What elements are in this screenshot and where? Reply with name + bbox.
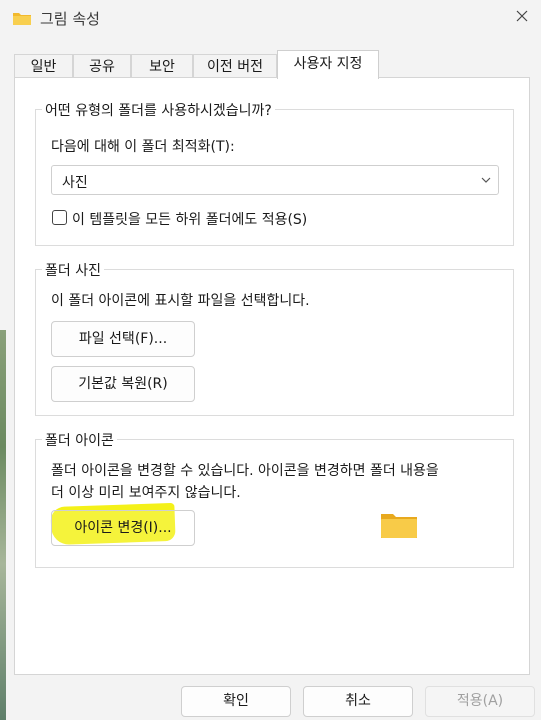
close-icon bbox=[515, 9, 529, 27]
optimize-label: 다음에 대해 이 폴더 최적화(T): bbox=[51, 139, 235, 155]
folder-icon-description-line1: 폴더 아이콘을 변경할 수 있습니다. 아이콘을 변경하면 폴더 내용을 bbox=[51, 463, 439, 479]
choose-file-button[interactable]: 파일 선택(F)... bbox=[51, 321, 195, 357]
customize-panel: 어떤 유형의 폴더를 사용하시겠습니까? 다음에 대해 이 폴더 최적화(T):… bbox=[14, 77, 530, 675]
restore-default-button[interactable]: 기본값 복원(R) bbox=[51, 366, 195, 402]
folder-icon-group: 폴더 아이콘 bbox=[35, 430, 514, 568]
folder-icon-description-line2: 더 이상 미리 보여주지 않습니다. bbox=[51, 485, 241, 501]
apply-subfolders-checkbox[interactable] bbox=[52, 210, 67, 225]
tab-security[interactable]: 보안 bbox=[131, 54, 193, 78]
close-button[interactable] bbox=[506, 4, 538, 32]
desktop-background-strip bbox=[0, 330, 6, 720]
optimize-group-legend: 어떤 유형의 폴더를 사용하시겠습니까? bbox=[42, 100, 275, 120]
apply-subfolders-label: 이 템플릿을 모든 하위 폴더에도 적용(S) bbox=[72, 212, 308, 228]
ok-button[interactable]: 확인 bbox=[181, 686, 291, 717]
chevron-down-icon bbox=[480, 174, 492, 186]
tab-customize[interactable]: 사용자 지정 bbox=[277, 50, 379, 79]
folder-picture-description: 이 폴더 아이콘에 표시할 파일을 선택합니다. bbox=[51, 293, 310, 309]
folder-icon-legend: 폴더 아이콘 bbox=[42, 430, 117, 450]
tab-general[interactable]: 일반 bbox=[14, 54, 73, 78]
cancel-button[interactable]: 취소 bbox=[303, 686, 413, 717]
tab-sharing[interactable]: 공유 bbox=[73, 54, 131, 78]
folder-type-select[interactable]: 사진 bbox=[51, 165, 499, 195]
folder-type-value: 사진 bbox=[62, 175, 88, 191]
change-icon-button[interactable]: 아이콘 변경(I)... bbox=[51, 510, 195, 546]
folder-icon-preview bbox=[380, 510, 418, 544]
tab-previous-versions[interactable]: 이전 버전 bbox=[193, 54, 277, 78]
folder-picture-legend: 폴더 사진 bbox=[42, 260, 104, 280]
folder-icon bbox=[12, 10, 32, 26]
window-title: 그림 속성 bbox=[40, 10, 100, 28]
apply-button: 적용(A) bbox=[425, 686, 535, 717]
title-bar: 그림 속성 bbox=[0, 0, 541, 36]
